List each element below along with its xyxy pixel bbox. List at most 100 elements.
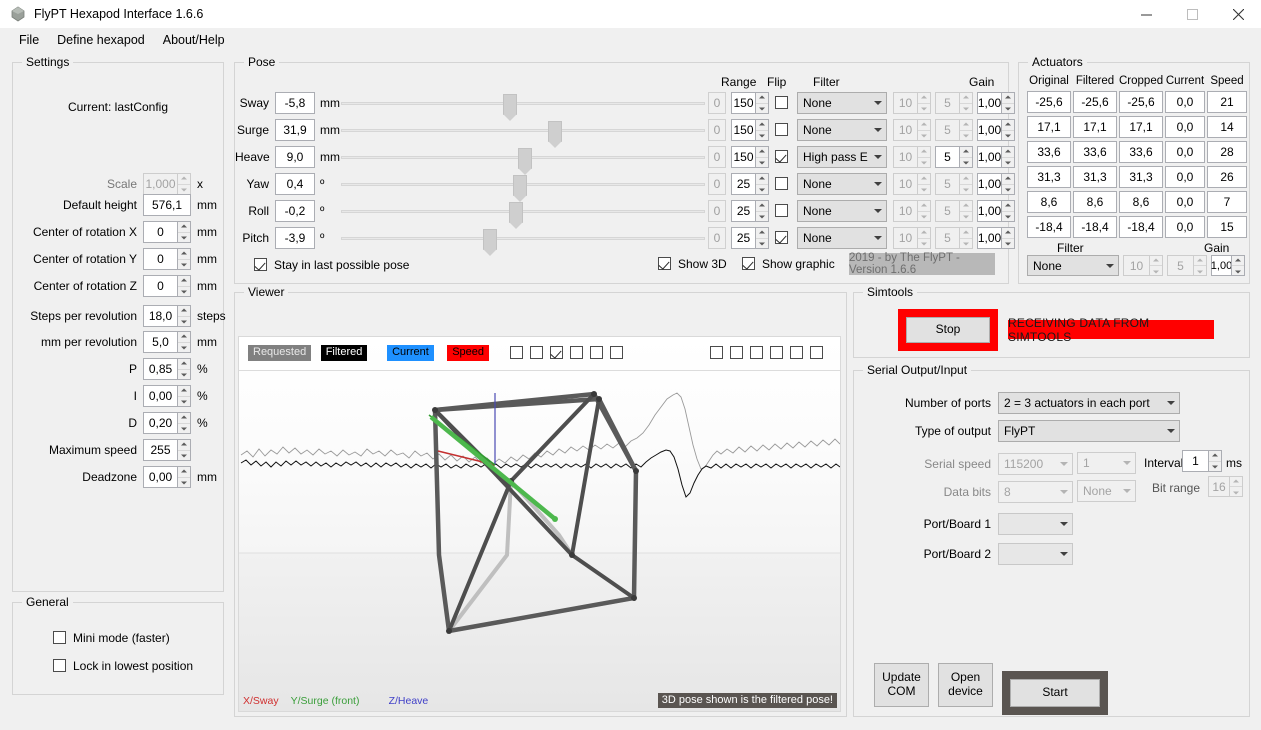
pose-param1-4[interactable]: 10: [893, 200, 931, 222]
pose-value-2[interactable]: 9,0: [275, 146, 315, 168]
port-board-1-combo[interactable]: [998, 513, 1073, 535]
show-3d-checkbox[interactable]: [658, 257, 671, 270]
spinner-arrows[interactable]: [1001, 119, 1015, 141]
pose-param2-5[interactable]: 5: [935, 227, 973, 249]
spinner-arrows[interactable]: [959, 173, 973, 195]
menu-item-about-help[interactable]: About/Help: [154, 30, 234, 50]
spinner-arrows[interactable]: [1229, 476, 1243, 497]
pose-gain-4[interactable]: 1,00: [977, 200, 1015, 222]
settings-spinner-0[interactable]: 1,000: [143, 173, 191, 195]
spinner-arrows[interactable]: [917, 146, 931, 168]
pose-range-4[interactable]: 25: [731, 200, 769, 222]
spinner-arrows[interactable]: [959, 92, 973, 114]
spinner-arrows[interactable]: [1149, 255, 1163, 276]
settings-spinner-10[interactable]: 255: [143, 439, 191, 461]
spinner-arrows[interactable]: [755, 200, 769, 222]
pose-flip-checkbox-0[interactable]: [775, 96, 788, 109]
pose-value-5[interactable]: -3,9: [275, 227, 315, 249]
menu-item-define-hexapod[interactable]: Define hexapod: [48, 30, 154, 50]
close-button[interactable]: [1215, 0, 1261, 28]
slider-thumb[interactable]: [548, 121, 563, 148]
spinner-arrows[interactable]: [755, 92, 769, 114]
pose-value-0[interactable]: -5,8: [275, 92, 315, 114]
mini-mode-checkbox[interactable]: [53, 631, 66, 644]
spinner-arrows[interactable]: [1001, 173, 1015, 195]
pose-value-4[interactable]: -0,2: [275, 200, 315, 222]
slider-thumb[interactable]: [513, 175, 528, 202]
pose-slider-5[interactable]: [341, 229, 705, 256]
pose-filter-combo-3[interactable]: None: [797, 173, 887, 195]
update-com-button[interactable]: Update COM: [874, 663, 929, 707]
spinner-arrows[interactable]: [177, 248, 191, 270]
spinner-arrows[interactable]: [177, 331, 191, 353]
spinner-arrows[interactable]: [755, 146, 769, 168]
minimize-button[interactable]: [1123, 0, 1169, 28]
spinner-arrows[interactable]: [1001, 227, 1015, 249]
pose-flip-checkbox-1[interactable]: [775, 123, 788, 136]
pose-filter-combo-5[interactable]: None: [797, 227, 887, 249]
pose-param1-2[interactable]: 10: [893, 146, 931, 168]
spinner-arrows[interactable]: [1001, 146, 1015, 168]
actuators-p1-spinner[interactable]: 10: [1123, 255, 1163, 276]
settings-spinner-2[interactable]: 0: [143, 221, 191, 243]
settings-input-1[interactable]: 576,1: [143, 194, 191, 216]
pose-filter-combo-1[interactable]: None: [797, 119, 887, 141]
actuators-gain-spinner[interactable]: 1,00: [1211, 255, 1245, 276]
pose-filter-combo-2[interactable]: High pass E: [797, 146, 887, 168]
settings-spinner-11[interactable]: 0,00: [143, 466, 191, 488]
pose-param2-3[interactable]: 5: [935, 173, 973, 195]
spinner-arrows[interactable]: [959, 119, 973, 141]
pose-flip-checkbox-4[interactable]: [775, 204, 788, 217]
pose-filter-combo-0[interactable]: None: [797, 92, 887, 114]
spinner-arrows[interactable]: [177, 358, 191, 380]
actuators-p2-spinner[interactable]: 5: [1167, 255, 1207, 276]
spinner-arrows[interactable]: [1001, 200, 1015, 222]
bit-range-spinner[interactable]: 16: [1208, 476, 1243, 497]
pose-param1-5[interactable]: 10: [893, 227, 931, 249]
settings-spinner-3[interactable]: 0: [143, 248, 191, 270]
pose-filter-combo-4[interactable]: None: [797, 200, 887, 222]
pose-range-5[interactable]: 25: [731, 227, 769, 249]
spinner-arrows[interactable]: [917, 173, 931, 195]
pose-slider-3[interactable]: [341, 175, 705, 202]
pose-param2-0[interactable]: 5: [935, 92, 973, 114]
serial-speed-combo[interactable]: 115200: [998, 453, 1073, 475]
stay-last-pose-checkbox[interactable]: [254, 258, 267, 271]
pose-param2-1[interactable]: 5: [935, 119, 973, 141]
spinner-arrows[interactable]: [177, 275, 191, 297]
pose-gain-0[interactable]: 1,00: [977, 92, 1015, 114]
settings-spinner-9[interactable]: 0,20: [143, 412, 191, 434]
pose-slider-2[interactable]: [341, 148, 705, 175]
spinner-arrows[interactable]: [917, 119, 931, 141]
spinner-arrows[interactable]: [959, 146, 973, 168]
pose-slider-1[interactable]: [341, 121, 705, 148]
show-graphic-checkbox[interactable]: [742, 257, 755, 270]
spinner-arrows[interactable]: [177, 173, 191, 195]
settings-spinner-4[interactable]: 0: [143, 275, 191, 297]
spinner-arrows[interactable]: [755, 227, 769, 249]
spinner-arrows[interactable]: [1001, 92, 1015, 114]
pose-flip-checkbox-2[interactable]: [775, 150, 788, 163]
pose-gain-5[interactable]: 1,00: [977, 227, 1015, 249]
spinner-arrows[interactable]: [177, 221, 191, 243]
lock-lowest-position-checkbox[interactable]: [53, 659, 66, 672]
spinner-arrows[interactable]: [755, 173, 769, 195]
interval-spinner[interactable]: 1: [1182, 450, 1222, 472]
pose-param1-3[interactable]: 10: [893, 173, 931, 195]
port-board-2-combo[interactable]: [998, 543, 1073, 565]
spinner-arrows[interactable]: [177, 466, 191, 488]
settings-spinner-6[interactable]: 5,0: [143, 331, 191, 353]
spinner-arrows[interactable]: [1231, 255, 1245, 276]
pose-slider-0[interactable]: [341, 94, 705, 121]
viewer-canvas[interactable]: Requested Filtered Current Speed X/Sway …: [238, 336, 841, 712]
pose-param1-0[interactable]: 10: [893, 92, 931, 114]
spinner-arrows[interactable]: [177, 305, 191, 327]
spinner-arrows[interactable]: [917, 227, 931, 249]
pose-flip-checkbox-5[interactable]: [775, 231, 788, 244]
pose-param2-4[interactable]: 5: [935, 200, 973, 222]
parity-select[interactable]: None: [1077, 480, 1136, 502]
spinner-arrows[interactable]: [917, 200, 931, 222]
pose-param1-1[interactable]: 10: [893, 119, 931, 141]
slider-thumb[interactable]: [482, 229, 497, 256]
menu-item-file[interactable]: File: [10, 30, 48, 50]
